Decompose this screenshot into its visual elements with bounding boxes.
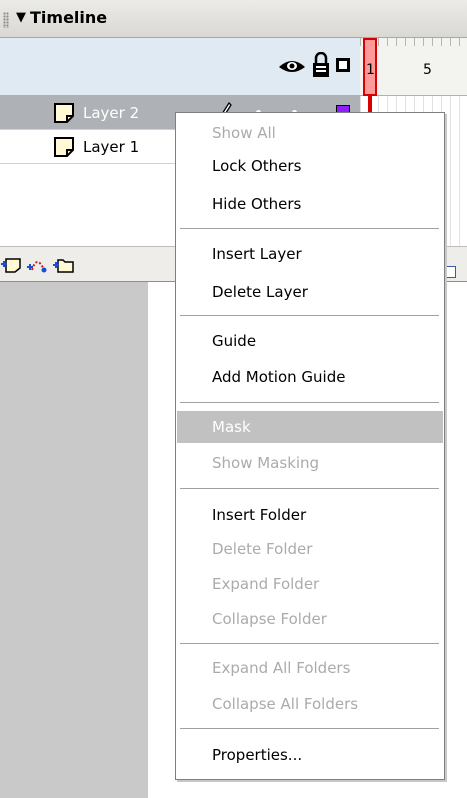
menu-item-hide-others[interactable]: Hide Others: [177, 188, 443, 220]
panel-grip[interactable]: [3, 12, 9, 28]
menu-separator: [180, 643, 439, 645]
timeline-panel-header[interactable]: ▼ Timeline: [0, 0, 467, 38]
insert-folder-icon[interactable]: [52, 256, 74, 274]
menu-separator: [180, 228, 439, 230]
menu-separator: [180, 488, 439, 490]
menu-item-expand-folder[interactable]: Expand Folder: [177, 568, 443, 600]
menu-item-delete-folder[interactable]: Delete Folder: [177, 533, 443, 565]
menu-item-mask[interactable]: Mask: [177, 411, 443, 443]
menu-item-lock-others[interactable]: Lock Others: [177, 150, 443, 182]
menu-item-insert-folder[interactable]: Insert Folder: [177, 499, 443, 531]
menu-item-properties[interactable]: Properties...: [177, 739, 443, 771]
menu-item-insert-layer[interactable]: Insert Layer: [177, 238, 443, 270]
menu-separator: [180, 728, 439, 730]
menu-item-add-motion-guide[interactable]: Add Motion Guide: [177, 361, 443, 393]
layer-name[interactable]: Layer 2: [83, 104, 139, 122]
menu-item-show-all[interactable]: Show All: [177, 117, 443, 149]
menu-item-guide[interactable]: Guide: [177, 325, 443, 357]
stage-background: [0, 282, 148, 798]
frame-view-icon[interactable]: [444, 266, 456, 278]
frame-label-1: 1: [366, 62, 375, 78]
add-motion-guide-icon[interactable]: [26, 256, 48, 274]
menu-item-show-masking[interactable]: Show Masking: [177, 447, 443, 479]
lock-icon[interactable]: [312, 52, 330, 78]
layer-context-menu: Show All Lock Others Hide Others Insert …: [175, 112, 445, 780]
outline-square-icon[interactable]: [336, 58, 350, 72]
menu-item-delete-layer[interactable]: Delete Layer: [177, 276, 443, 308]
menu-separator: [180, 402, 439, 404]
triangle-down-icon[interactable]: ▼: [16, 10, 26, 26]
eye-icon[interactable]: [278, 55, 306, 77]
menu-separator: [180, 315, 439, 317]
layer-header: [0, 38, 360, 96]
frame-label-5: 5: [423, 62, 432, 78]
insert-layer-icon[interactable]: [0, 256, 22, 274]
layer-name[interactable]: Layer 1: [83, 138, 139, 156]
panel-title[interactable]: Timeline: [30, 9, 107, 27]
menu-item-collapse-folder[interactable]: Collapse Folder: [177, 603, 443, 635]
layer-icon: [54, 137, 74, 157]
menu-item-expand-all-folders[interactable]: Expand All Folders: [177, 652, 443, 684]
menu-item-collapse-all-folders[interactable]: Collapse All Folders: [177, 688, 443, 720]
layer-icon: [54, 103, 74, 123]
